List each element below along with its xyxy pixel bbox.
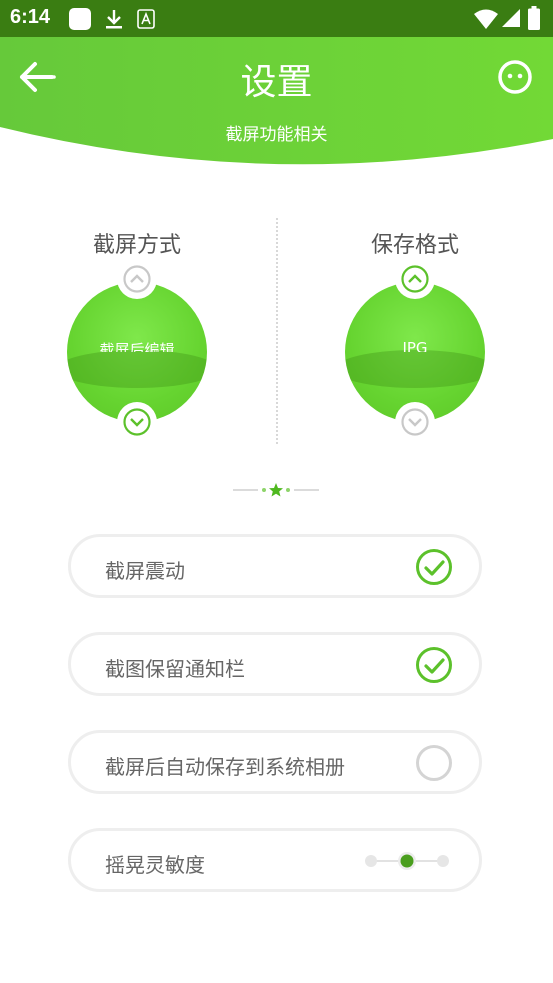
option-label: 截屏后自动保存到系统相册	[105, 755, 345, 779]
signal-icon	[502, 9, 520, 27]
save-format-up-button[interactable]	[395, 259, 435, 299]
screenshot-mode-picker[interactable]: 截屏后编辑	[67, 282, 207, 422]
page-subtitle: 截屏功能相关	[225, 125, 328, 145]
download-icon	[106, 10, 122, 29]
battery-icon	[528, 6, 540, 30]
wifi-icon	[474, 9, 498, 29]
screenshot-mode-up-button[interactable]	[117, 259, 157, 299]
chevron-down-icon	[123, 408, 151, 436]
unchecked-icon[interactable]	[415, 744, 453, 782]
save-format-label: 保存格式	[370, 233, 459, 258]
checked-icon[interactable]	[415, 646, 453, 684]
status-time: 6:14	[10, 6, 51, 28]
screenshot-mode-value: 截屏后编辑	[99, 341, 175, 352]
app-notification-icon	[69, 8, 91, 30]
option-keep-notification-bar[interactable]: 截图保留通知栏	[68, 632, 482, 696]
star-divider-icon	[233, 483, 319, 497]
chevron-down-icon	[401, 408, 429, 436]
feedback-face-icon[interactable]	[497, 59, 533, 95]
option-label: 截图保留通知栏	[105, 657, 245, 681]
font-icon	[137, 9, 155, 29]
option-label: 摇晃灵敏度	[105, 853, 205, 877]
option-shake-sensitivity: 摇晃灵敏度	[68, 828, 482, 892]
header: 设置 截屏功能相关	[0, 37, 553, 169]
save-format-picker[interactable]: JPG	[345, 282, 485, 422]
checked-icon[interactable]	[415, 548, 453, 586]
status-bar: 6:14	[0, 0, 553, 37]
save-format-down-button[interactable]	[395, 402, 435, 442]
option-label: 截屏震动	[105, 559, 185, 583]
chevron-up-icon	[123, 265, 151, 293]
page-title: 设置	[240, 62, 313, 103]
screenshot-mode-down-button[interactable]	[117, 402, 157, 442]
picker-shade	[67, 350, 207, 388]
picker-shade	[345, 350, 485, 388]
sensitivity-slider[interactable]	[365, 849, 449, 873]
chevron-up-icon	[401, 265, 429, 293]
option-auto-save-album[interactable]: 截屏后自动保存到系统相册	[68, 730, 482, 794]
save-format-value: JPG	[402, 339, 428, 352]
screenshot-mode-label: 截屏方式	[92, 233, 181, 258]
picker-divider	[276, 218, 278, 444]
option-screenshot-vibrate[interactable]: 截屏震动	[68, 534, 482, 598]
